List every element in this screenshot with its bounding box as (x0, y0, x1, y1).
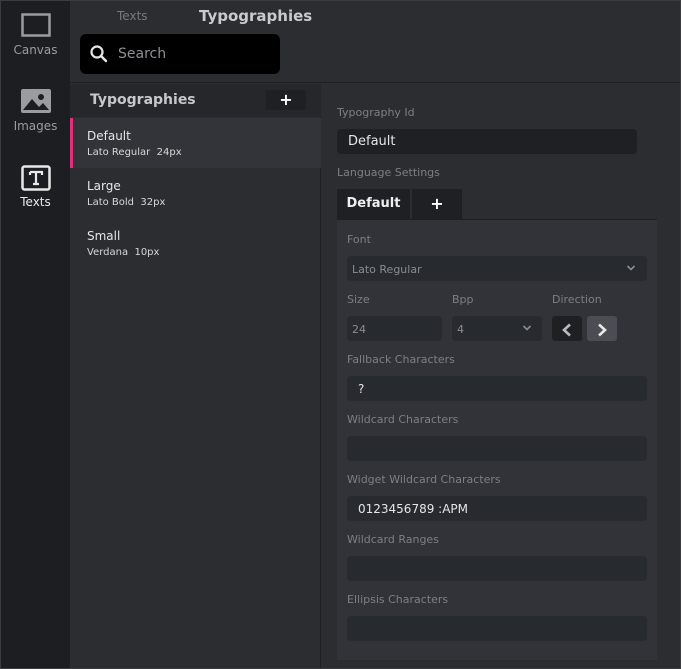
typography-meta: Verdana 10px (87, 247, 160, 258)
bpp-select[interactable]: 4 (452, 316, 542, 341)
rail-item-label: Texts (20, 195, 51, 209)
direction-label: Direction (552, 293, 602, 306)
top-bar: Texts Typographies (70, 1, 680, 83)
chevron-down-icon (522, 323, 532, 336)
text-icon (20, 165, 51, 195)
wildcard-ranges-field[interactable] (347, 556, 647, 581)
fallback-characters-field[interactable]: ? (347, 376, 647, 401)
search-icon (90, 45, 108, 67)
size-value: 24 (352, 323, 366, 336)
bpp-value: 4 (457, 323, 464, 336)
typography-meta: Lato Bold 32px (87, 197, 166, 208)
image-icon (20, 89, 51, 117)
size-label: Size (347, 293, 370, 306)
bpp-label: Bpp (452, 293, 474, 306)
tab-default[interactable]: Default (337, 189, 410, 219)
widget-wildcard-characters-label: Widget Wildcard Characters (347, 473, 501, 486)
font-label: Font (347, 233, 371, 246)
search-box[interactable] (80, 34, 280, 74)
size-field[interactable]: 24 (347, 316, 442, 341)
add-language-button[interactable]: + (412, 189, 462, 219)
direction-rtl-button[interactable] (587, 316, 617, 341)
search-input[interactable] (118, 44, 268, 64)
typography-name: Small (87, 229, 121, 243)
rail-item-images[interactable]: Images (1, 77, 70, 147)
rail-item-label: Canvas (13, 43, 58, 57)
left-rail: Canvas Images Texts (1, 1, 70, 668)
typography-id-field[interactable]: Default (337, 129, 637, 154)
typography-detail-panel: Typography Id Default Language Settings … (322, 84, 680, 668)
typography-meta: Lato Regular 24px (87, 147, 182, 158)
typography-name: Default (87, 129, 131, 143)
breadcrumb-texts[interactable]: Texts (117, 9, 148, 23)
chevron-left-icon (561, 322, 573, 341)
ellipsis-characters-field[interactable] (347, 616, 647, 641)
typography-id-label: Typography Id (337, 106, 415, 119)
language-settings-label: Language Settings (337, 166, 440, 179)
list-item[interactable]: Large Lato Bold 32px (70, 168, 321, 218)
wildcard-characters-label: Wildcard Characters (347, 413, 459, 426)
list-item[interactable]: Default Lato Regular 24px (70, 118, 321, 168)
typographies-list-panel: Typographies + Default Lato Regular 24px… (70, 84, 321, 668)
fallback-characters-value: ? (358, 382, 365, 396)
page-title: Typographies (199, 7, 313, 25)
rail-item-canvas[interactable]: Canvas (1, 1, 70, 71)
font-select[interactable]: Lato Regular (347, 256, 647, 281)
list-title: Typographies (90, 92, 196, 108)
widget-wildcard-characters-field[interactable]: 0123456789 :APM (347, 496, 647, 521)
wildcard-ranges-label: Wildcard Ranges (347, 533, 439, 546)
list-header: Typographies + (70, 84, 321, 117)
ellipsis-characters-label: Ellipsis Characters (347, 593, 449, 606)
font-select-value: Lato Regular (352, 263, 422, 276)
chevron-down-icon (626, 263, 636, 276)
add-typography-button[interactable]: + (266, 90, 306, 110)
canvas-icon (20, 13, 51, 41)
typography-name: Large (87, 179, 121, 193)
widget-wildcard-characters-value: 0123456789 :APM (358, 502, 469, 516)
chevron-right-icon (596, 322, 608, 341)
app-window: Canvas Images Texts Texts Typographies S… (0, 0, 681, 669)
rail-item-texts[interactable]: Texts (1, 153, 70, 223)
direction-ltr-button[interactable] (552, 316, 582, 341)
rail-item-label: Images (13, 119, 58, 133)
wildcard-characters-field[interactable] (347, 436, 647, 461)
fallback-characters-label: Fallback Characters (347, 353, 455, 366)
list-item[interactable]: Small Verdana 10px (70, 218, 321, 268)
